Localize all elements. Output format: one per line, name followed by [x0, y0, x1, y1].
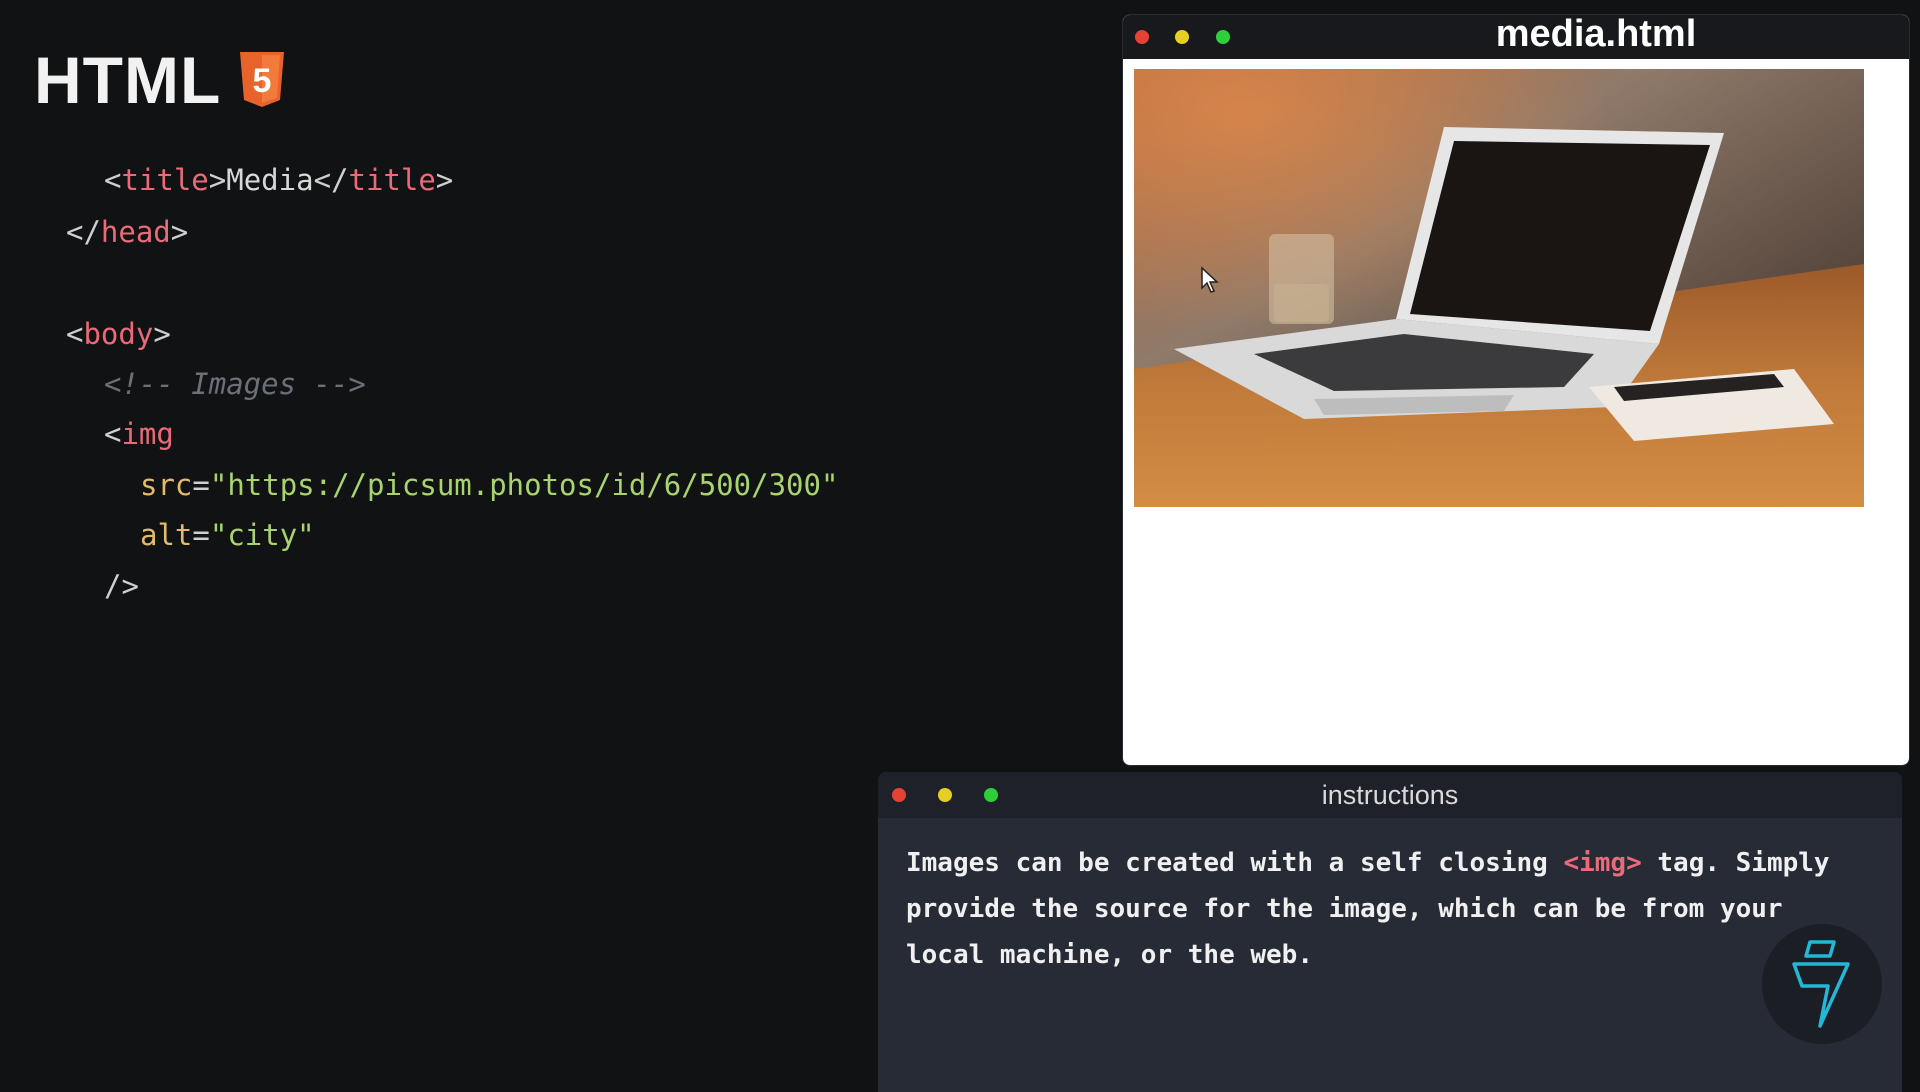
- code-punct: <: [104, 417, 122, 451]
- instructions-titlebar: instructions: [878, 772, 1902, 818]
- code-line-title: <title>Media</title>: [104, 160, 453, 200]
- instructions-img-tag: <img>: [1563, 848, 1642, 878]
- code-line-body-open: <body>: [66, 314, 171, 354]
- code-tag: title: [121, 163, 209, 197]
- code-punct: =: [192, 518, 210, 552]
- lightning-brand-icon: [1792, 940, 1850, 1028]
- instructions-text-part1: Images can be created with a self closin…: [906, 848, 1564, 878]
- laptop-photo-graphic: [1134, 69, 1864, 507]
- code-punct: >: [170, 215, 189, 249]
- code-string: "https://picsum.photos/id/6/500/300": [209, 468, 839, 502]
- code-line-comment: <!-- Images -->: [104, 367, 366, 401]
- mouse-cursor-icon: [1201, 266, 1219, 293]
- code-line-head-close: </head>: [66, 212, 188, 252]
- browser-preview-window[interactable]: media.html: [1122, 14, 1910, 766]
- code-punct: =: [192, 468, 210, 502]
- instructions-window-title: instructions: [1321, 780, 1459, 810]
- code-punct: </: [66, 215, 101, 249]
- instructions-text: Images can be created with a self closin…: [906, 840, 1836, 978]
- maximize-window-dot[interactable]: [1216, 30, 1230, 44]
- code-tag: body: [83, 317, 154, 351]
- code-punct: </: [313, 163, 349, 197]
- brand-badge: [1762, 924, 1882, 1044]
- close-window-dot[interactable]: [1135, 30, 1149, 44]
- browser-window-title: media.html: [1495, 14, 1697, 55]
- code-punct: >: [208, 163, 227, 197]
- code-line-src: src="https://picsum.photos/id/6/500/300": [140, 465, 838, 505]
- browser-titlebar: media.html: [1123, 15, 1909, 59]
- code-line-img-open: <img: [104, 414, 174, 454]
- code-string: "city": [209, 518, 315, 552]
- code-editor[interactable]: <title>Media</title> </head> <body> <!--…: [0, 0, 1000, 700]
- code-tag: title: [348, 163, 436, 197]
- code-text: Media: [226, 163, 314, 197]
- code-punct: <: [104, 163, 122, 197]
- code-tag: head: [100, 215, 171, 249]
- instructions-window[interactable]: instructions Images can be created with …: [878, 772, 1902, 1092]
- code-line-alt: alt="city": [140, 515, 315, 555]
- code-tag: img: [121, 417, 174, 451]
- code-punct: >: [153, 317, 171, 351]
- minimize-window-dot[interactable]: [1175, 30, 1189, 44]
- code-punct: <: [66, 317, 84, 351]
- laptop-photo: [1134, 69, 1864, 507]
- code-punct: >: [435, 163, 454, 197]
- code-attr: alt: [140, 518, 193, 552]
- code-attr: src: [140, 468, 193, 502]
- code-line-self-close: />: [104, 569, 139, 603]
